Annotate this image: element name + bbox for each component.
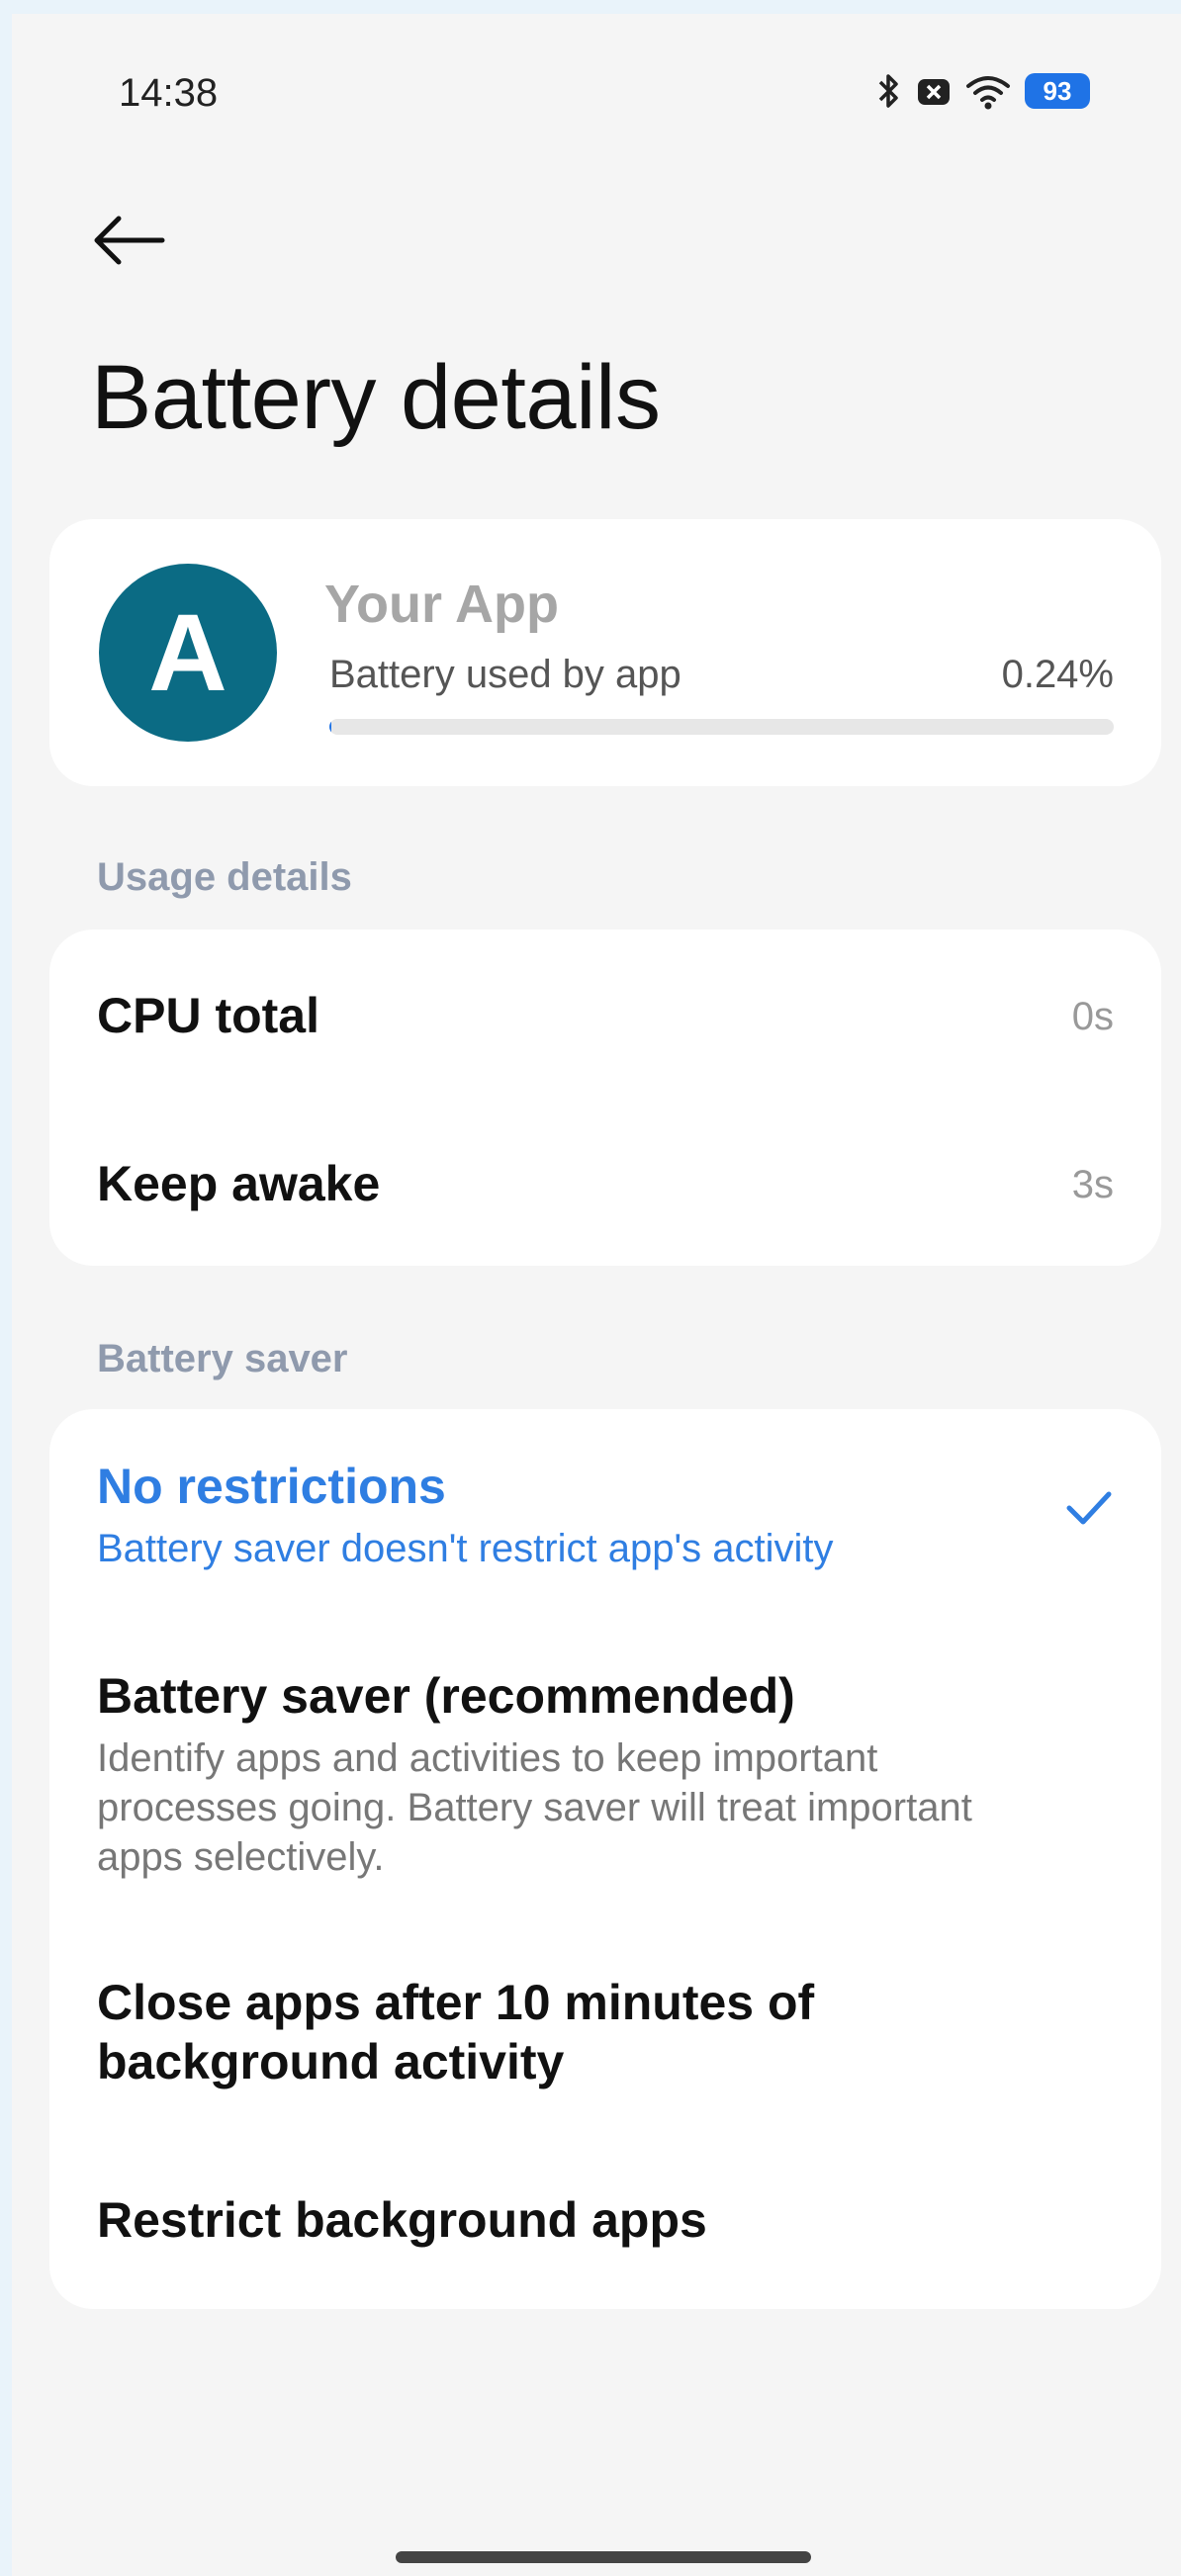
wifi-icon xyxy=(965,72,1011,110)
usage-details-card: CPU total 0s Keep awake 3s xyxy=(49,930,1161,1266)
option-title: Restrict background apps xyxy=(97,2192,707,2248)
usage-details-header: Usage details xyxy=(97,855,352,899)
app-usage-card: A Your App Battery used by app 0.24% xyxy=(49,519,1161,786)
option-title: No restrictions xyxy=(97,1459,446,1514)
home-indicator[interactable] xyxy=(396,2551,811,2563)
option-restrict-background-apps[interactable]: Restrict background apps xyxy=(97,2190,1114,2250)
app-avatar: A xyxy=(99,564,277,742)
battery-usage-bar xyxy=(329,719,1114,735)
option-no-restrictions[interactable]: No restrictions Battery saver doesn't re… xyxy=(97,1457,1114,1573)
option-description: Identify apps and activities to keep imp… xyxy=(97,1736,972,1879)
usage-row-label: Keep awake xyxy=(97,1156,381,1211)
option-close-apps-after-10-minutes[interactable]: Close apps after 10 minutes of backgroun… xyxy=(97,1973,1114,2091)
usage-row-value: 3s xyxy=(1071,1163,1114,1206)
status-bar: 14:38 93 xyxy=(119,59,1090,138)
battery-details-screen: 14:38 93 Battery details A Your App Batt… xyxy=(0,0,1181,2576)
back-button[interactable] xyxy=(89,203,178,282)
usage-row-keep-awake: Keep awake 3s xyxy=(97,1155,1114,1212)
battery-usage-label: Battery used by app xyxy=(329,653,681,696)
usage-row-value: 0s xyxy=(1071,995,1114,1038)
option-title: Battery saver (recommended) xyxy=(97,1668,795,1724)
usage-row-cpu-total: CPU total 0s xyxy=(97,987,1114,1044)
option-battery-saver-recommended[interactable]: Battery saver (recommended) Identify app… xyxy=(97,1666,1114,1882)
status-time: 14:38 xyxy=(119,71,219,115)
option-title: Close apps after 10 minutes of backgroun… xyxy=(97,1975,815,2089)
page-title: Battery details xyxy=(91,347,661,448)
bluetooth-icon xyxy=(876,71,902,111)
battery-usage-value: 0.24% xyxy=(1001,653,1114,696)
notification-x-icon xyxy=(916,73,952,109)
checkmark-icon xyxy=(1064,1488,1114,1533)
app-name: Your App xyxy=(324,575,559,634)
arrow-left-icon xyxy=(89,213,168,273)
status-icons: 93 xyxy=(876,71,1090,111)
battery-usage-bar-fill xyxy=(329,719,331,735)
usage-row-label: CPU total xyxy=(97,988,319,1043)
battery-saver-header: Battery saver xyxy=(97,1337,348,1380)
battery-saver-card: No restrictions Battery saver doesn't re… xyxy=(49,1409,1161,2309)
battery-icon: 93 xyxy=(1025,73,1090,109)
option-description: Battery saver doesn't restrict app's act… xyxy=(97,1527,834,1570)
